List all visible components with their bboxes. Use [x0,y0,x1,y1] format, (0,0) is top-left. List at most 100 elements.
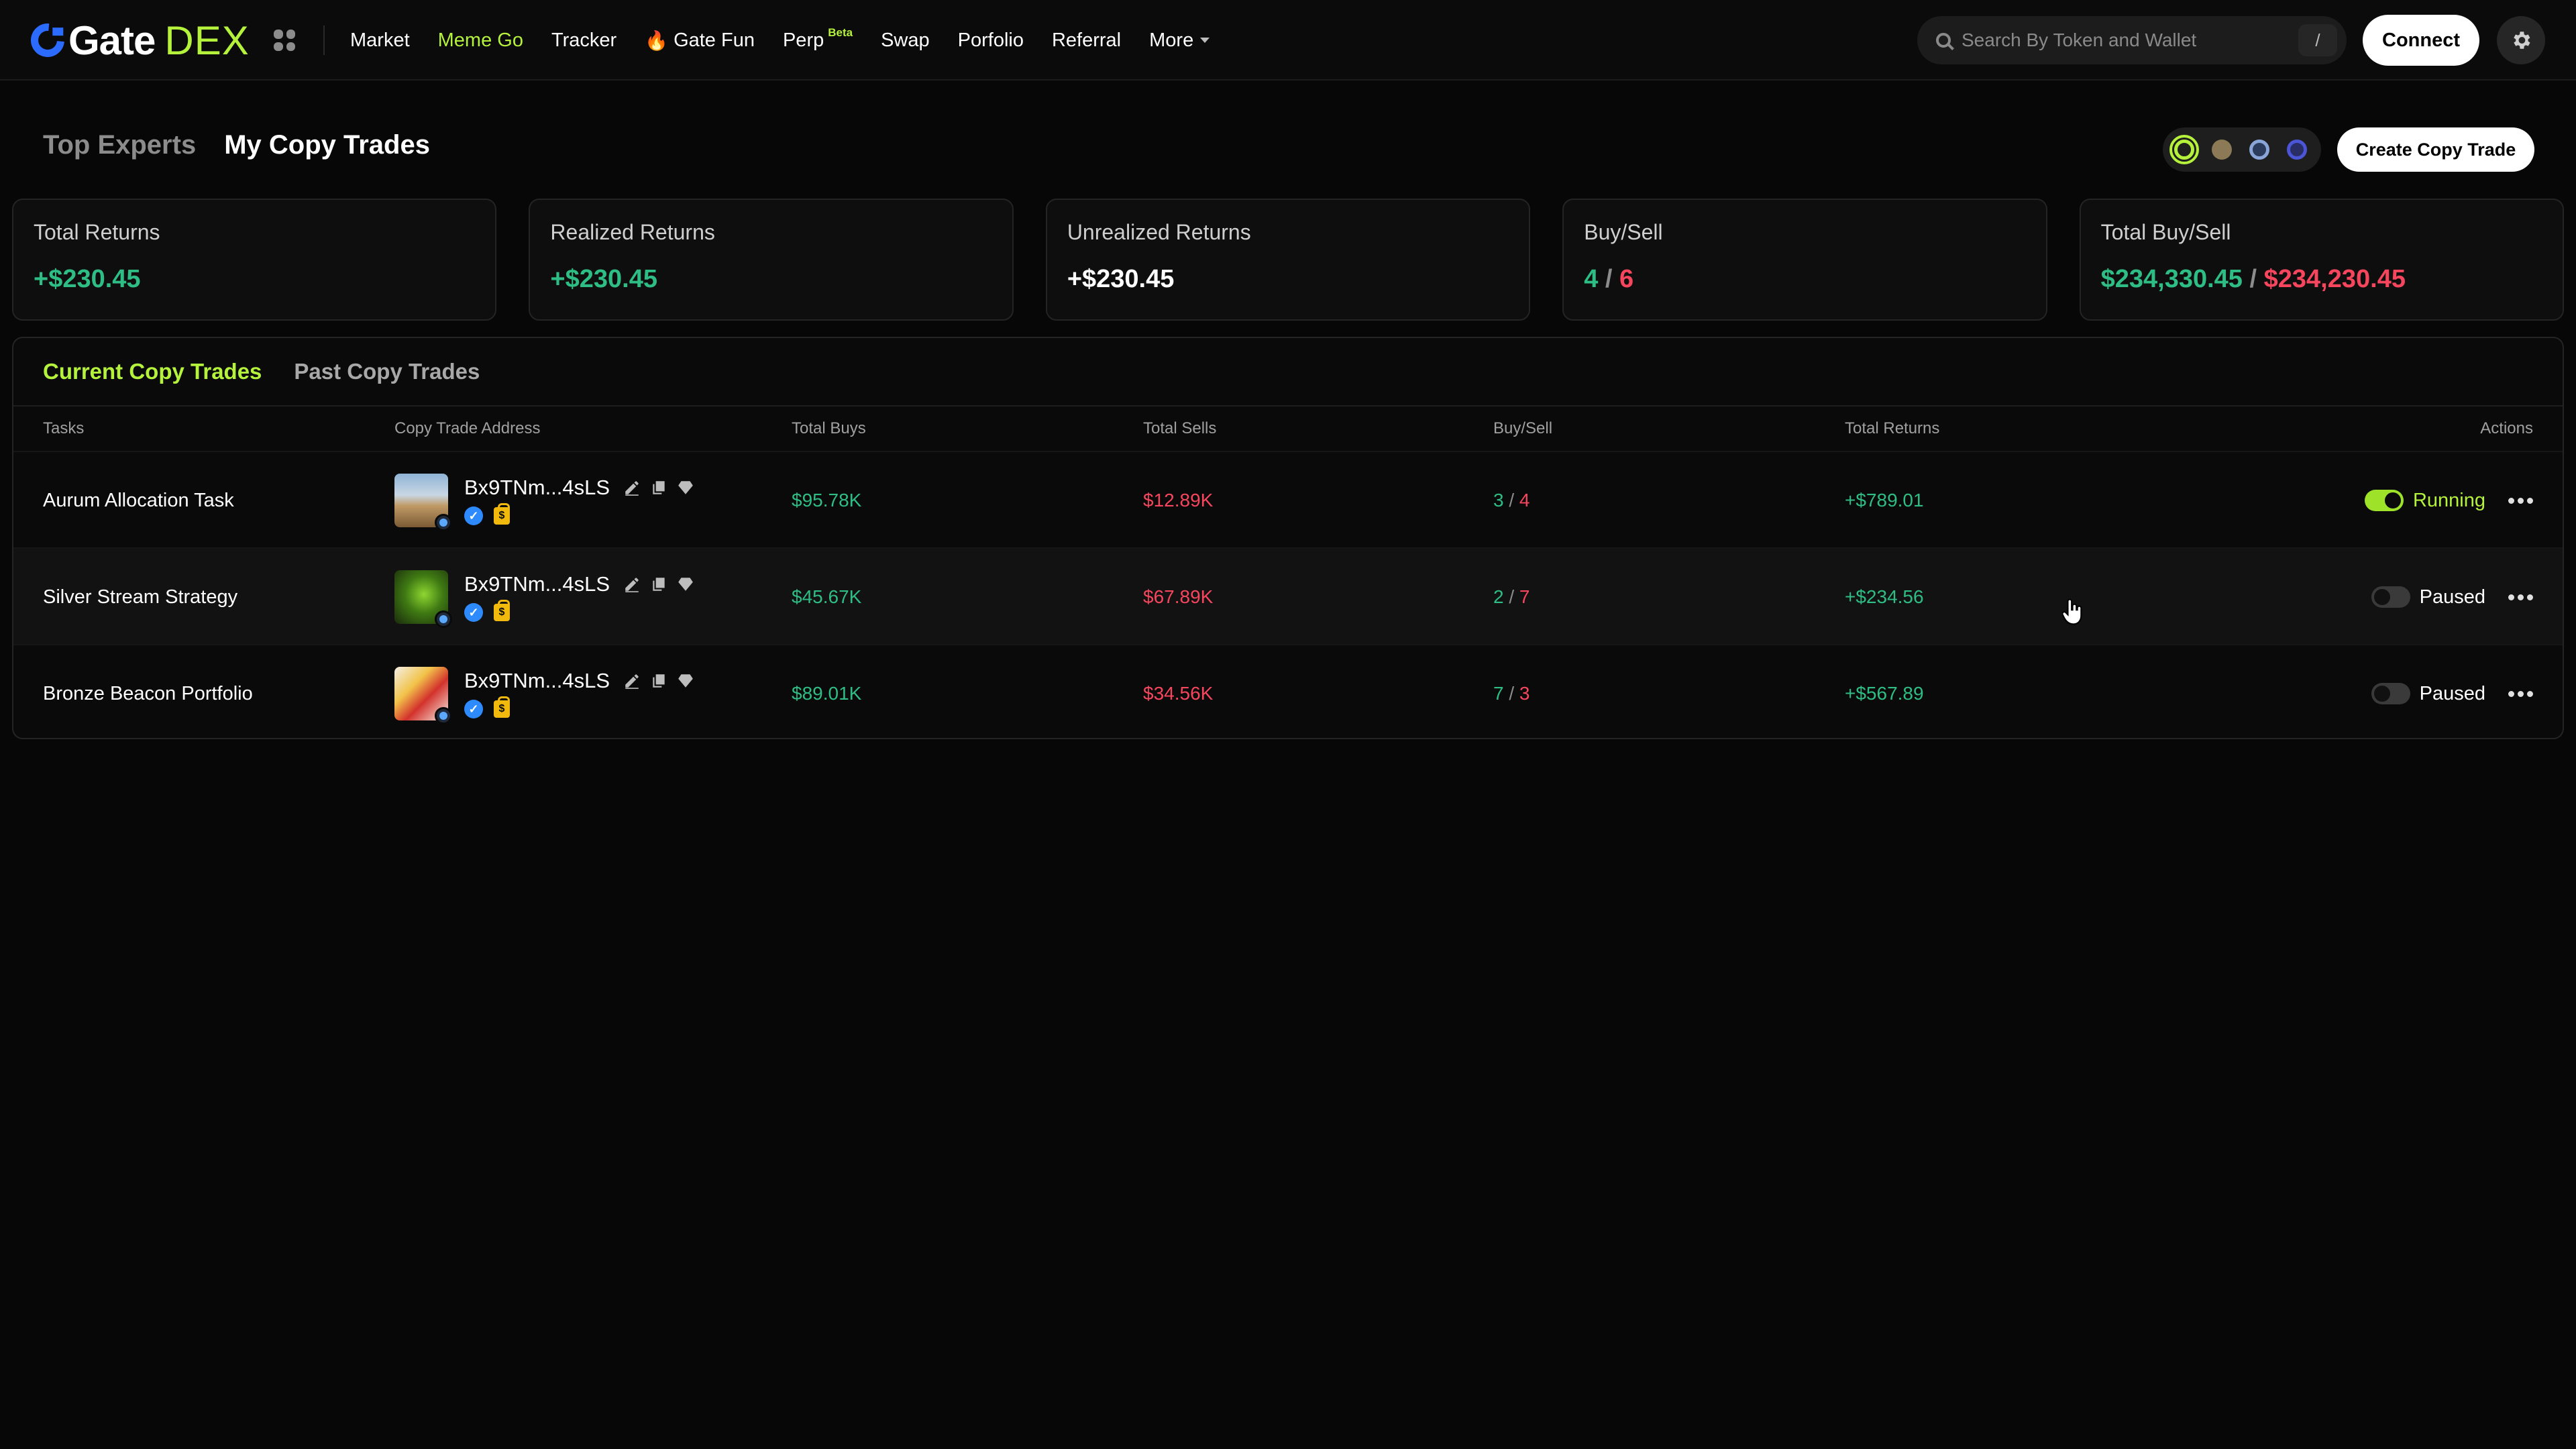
status-toggle[interactable] [2371,586,2410,608]
sell-count: 3 [1519,683,1530,704]
stat-label: Buy/Sell [1584,220,1663,244]
create-copy-trade-button[interactable]: Create Copy Trade [2337,127,2534,172]
main-nav: Market Meme Go Tracker 🔥 Gate Fun Perp Bet… [350,0,1238,80]
stat-value: 4 / 6 [1584,265,1633,293]
nav-item-swap[interactable]: Swap [881,30,930,52]
actions-cell: Running [2364,452,2533,549]
search-bar[interactable]: / [1917,16,2347,64]
tab-top-experts[interactable]: Top Experts [43,130,196,160]
nav-label: More [1149,29,1194,51]
column-header-address: Copy Trade Address [394,419,541,437]
nav-item-market[interactable]: Market [350,30,410,52]
status-toggle[interactable] [2364,490,2404,511]
apps-grid-icon[interactable] [274,30,295,51]
diamond-icon[interactable] [677,576,694,593]
task-name: Aurum Allocation Task [43,489,234,511]
status-label: Paused [2419,586,2485,608]
nav-item-gate-fun[interactable]: 🔥 Gate Fun [645,30,755,52]
stat-label: Total Returns [34,220,160,244]
table-row[interactable]: Aurum Allocation Task Bx9TNm...4sLS ✓ $ … [13,451,2563,547]
nav-item-referral[interactable]: Referral [1052,30,1121,52]
table-row[interactable]: Bronze Beacon Portfolio Bx9TNm...4sLS ✓ [13,644,2563,738]
copy-icon[interactable] [650,672,667,690]
verified-icon: ✓ [464,700,483,718]
nav-item-tracker[interactable]: Tracker [551,30,616,52]
buy-sell-count: 7 / 3 [1493,645,1530,738]
edit-icon[interactable] [623,479,641,496]
stat-label: Total Buy/Sell [2100,220,2231,244]
tab-my-copy-trades[interactable]: My Copy Trades [224,130,430,160]
task-name: Silver Stream Strategy [43,586,238,608]
nav-item-more[interactable]: More [1149,30,1210,52]
fire-icon: 🔥 [645,30,669,51]
copy-icon[interactable] [650,576,667,593]
avatar [394,474,452,531]
sell-count: 6 [1619,265,1634,293]
gear-icon [2514,32,2530,49]
copy-trades-panel: Current Copy Trades Past Copy Trades Tas… [12,337,2564,739]
nav-item-porfolio[interactable]: Porfolio [958,30,1024,52]
logo-dex-text: DEX [164,17,250,63]
copy-icon[interactable] [650,479,667,496]
buy-count: 2 [1493,586,1504,607]
buy-count: 7 [1493,683,1504,704]
stat-realized-returns: Realized Returns +$230.45 [529,199,1014,321]
nav-label: Swap [881,29,930,51]
gate-logo-icon [23,16,72,64]
stat-value: +$230.45 [550,265,657,293]
stat-total-returns: Total Returns +$230.45 [12,199,497,321]
more-options-icon[interactable] [2508,497,2533,504]
stat-unrealized-returns: Unrealized Returns +$230.45 [1045,199,1531,321]
chain-bnb[interactable] [2207,135,2237,164]
money-bag-icon: $ [494,600,510,621]
edit-icon[interactable] [623,672,641,690]
total-returns: +$567.89 [1845,683,1924,704]
status-label: Paused [2419,682,2485,704]
diamond-icon[interactable] [677,672,694,690]
gate-dex-logo[interactable]: Gate DEX [23,16,250,64]
app-root: Gate DEX Market Meme Go Tracker 🔥 Gate Fu… [0,0,2576,1449]
nav-label: Market [350,29,410,51]
separator: / [1503,586,1519,607]
search-shortcut-key: / [2298,24,2337,56]
stats-cards: Total Returns +$230.45 Realized Returns … [12,199,2565,321]
stat-label: Unrealized Returns [1067,220,1251,244]
chain-badge-icon [435,610,452,628]
stat-value: +$230.45 [34,265,141,293]
chain-base[interactable] [2245,135,2274,164]
settings-button[interactable] [2497,16,2545,64]
wallet-address: Bx9TNm...4sLS [464,669,610,692]
beta-badge: Beta [828,26,853,39]
separator: / [1598,265,1620,293]
status-toggle[interactable] [2371,683,2410,704]
diamond-icon[interactable] [677,479,694,496]
buy-sell-count: 2 / 7 [1493,549,1530,645]
caret-down-icon [1200,38,1210,43]
edit-icon[interactable] [623,576,641,593]
logo-gate-text: Gate [68,17,156,63]
tab-current-copy-trades[interactable]: Current Copy Trades [43,359,262,384]
chain-ethereum[interactable] [2282,135,2312,164]
total-sell-value: $234,230.45 [2263,265,2406,293]
address-cell: Bx9TNm...4sLS ✓ $ [394,549,694,645]
nav-label: Gate Fun [674,29,755,51]
sell-count: 7 [1519,586,1530,607]
nav-item-perp[interactable]: Perp Beta [783,26,853,52]
solana-icon [2174,140,2194,160]
table-row[interactable]: Silver Stream Strategy Bx9TNm...4sLS ✓ $… [13,547,2563,644]
table-header: Tasks Copy Trade Address Total Buys Tota… [13,407,2563,451]
nav-label: Meme Go [437,29,523,51]
stat-value: +$230.45 [1067,265,1175,293]
more-options-icon[interactable] [2508,594,2533,600]
separator: / [2242,265,2264,293]
connect-button[interactable]: Connect [2363,15,2479,66]
more-options-icon[interactable] [2508,690,2533,697]
nav-item-meme-go[interactable]: Meme Go [438,30,523,52]
chain-solana[interactable] [2169,135,2199,164]
search-input[interactable] [1962,30,2284,51]
buy-count: 3 [1493,490,1504,511]
ethereum-icon [2287,140,2307,160]
stat-total-buy-sell: Total Buy/Sell $234,330.45 / $234,230.45 [2079,199,2565,321]
tab-past-copy-trades[interactable]: Past Copy Trades [294,359,480,384]
chain-badge-icon [435,514,452,531]
